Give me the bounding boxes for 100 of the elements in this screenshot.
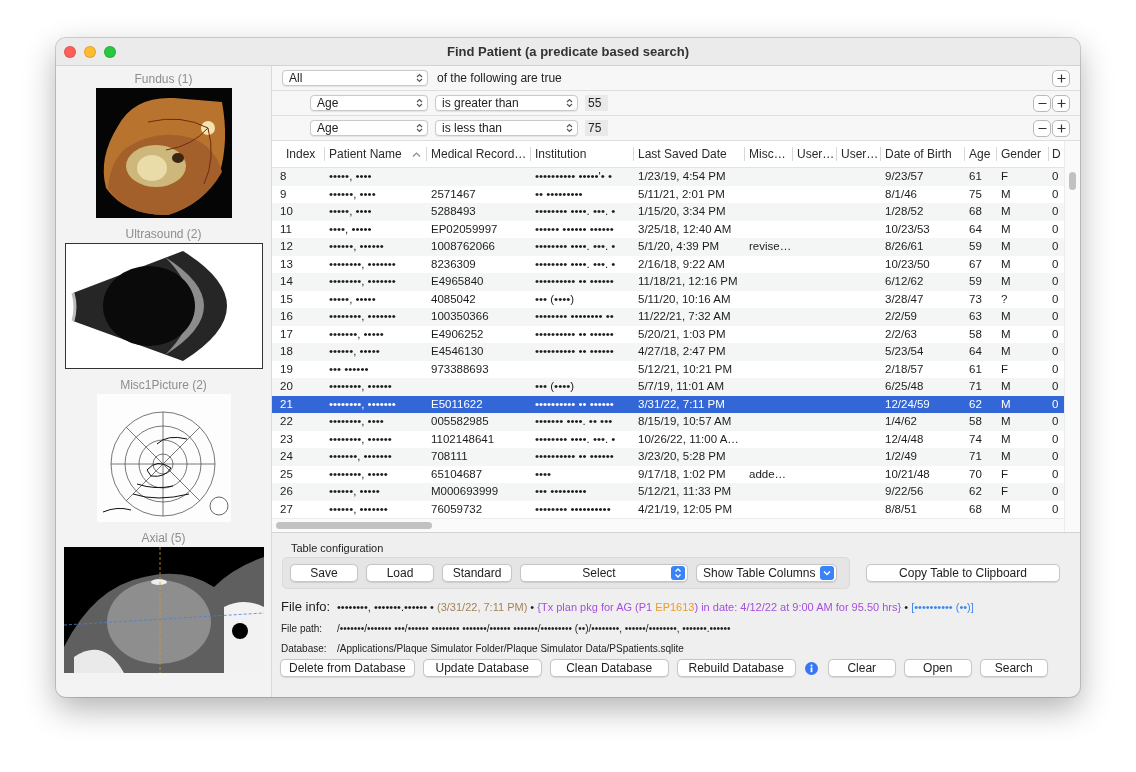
table-row[interactable]: 10 •••••, •••• 5288493 •••••••• ••••. •••. • 1/15/20, 3:34 PM 1/28/52 68 M 0 [272, 203, 1064, 221]
table-cell-text: •••••• •••••• •••••• [534, 221, 615, 237]
table-row[interactable]: 18 ••••••, ••••• E4546130 •••••••••• •• •••••• 4/27/18, 2:47 PM 5/23/54 64 M 0 [272, 343, 1064, 361]
table-cell-text: E4965840 [430, 274, 485, 289]
row-number: 9 [279, 186, 288, 202]
row-number: 15 [279, 291, 294, 307]
plus-icon [1056, 123, 1066, 133]
table-cell-text: M [1000, 221, 1012, 237]
table-cell-text: 61 [968, 361, 983, 377]
open-button[interactable]: Open [903, 659, 972, 677]
table-row[interactable]: 20 ••••••••, •••••• ••• (••••) 5/7/19, 11:01 AM 6/25/48 71 M 0 [272, 378, 1064, 396]
close-button[interactable] [64, 45, 76, 58]
table-cell-text: 67 [968, 256, 983, 272]
column-header[interactable]: D [1049, 141, 1064, 167]
table-cell-text: 2/18/57 [884, 361, 925, 377]
save-button[interactable]: Save [290, 564, 358, 582]
table-cell-text: •••••••• ••••. •••. • [534, 256, 617, 272]
table-cell-text: ••••••••, ••••••• [328, 274, 397, 289]
table-cell-text: 9/23/57 [884, 169, 925, 184]
table-row[interactable]: 16 ••••••••, ••••••• 100350366 •••••••• •••••••• •• 11/22/21, 7:32 AM 2/2/59 63 M 0 [272, 308, 1064, 326]
add-rule-button[interactable] [1052, 94, 1070, 112]
table-cell-text: •••••••• ••••. •••. • [534, 431, 617, 447]
table-cell-text: M [1000, 414, 1012, 429]
field-popup[interactable]: Age [310, 95, 428, 111]
table-cell-text: •••••, •••• [328, 204, 373, 219]
search-button[interactable]: Search [979, 659, 1048, 677]
add-rule-button[interactable] [1052, 119, 1070, 137]
rebuild-button[interactable]: Rebuild Database [676, 659, 796, 677]
table-row[interactable]: 12 ••••••, •••••• 1008762066 •••••••• ••••. •••. • 5/1/20, 4:39 PM revise… 8/26/61 59 M 0 [272, 238, 1064, 256]
updown-chevron-icon [416, 123, 423, 133]
table-cell-text: 5/1/20, 4:39 PM [637, 239, 721, 254]
table-cell-text: 64 [968, 221, 983, 237]
table-cell-text: 8/26/61 [884, 239, 925, 254]
row-number: 14 [279, 274, 294, 289]
table-cell-text: 0 [1051, 396, 1060, 412]
table-cell-text: 6/25/48 [884, 379, 925, 394]
quantifier-popup[interactable]: All [282, 70, 428, 86]
remove-rule-button[interactable] [1033, 94, 1051, 112]
table-row[interactable]: 26 ••••••, ••••• M000693999 ••• ••••••••• 5/12/21, 11:33 PM 9/22/56 62 F 0 [272, 483, 1064, 501]
zoom-button[interactable] [104, 45, 116, 58]
table-cell-text: 65104687 [430, 466, 484, 482]
table-cell-text: M [1000, 396, 1012, 412]
field-label: Database: [281, 642, 327, 656]
table-cell-text: 0 [1051, 326, 1060, 342]
field-popup[interactable]: Age [310, 120, 428, 136]
row-number: 12 [279, 239, 294, 254]
select-popup[interactable]: Select [520, 564, 688, 582]
table-row[interactable]: 24 •••••••, ••••••• 708111 •••••••••• •• •••••• 3/23/20, 5:28 PM 1/2/49 71 M 0 [272, 448, 1064, 466]
table-cell-text: 0 [1051, 501, 1060, 517]
scrollbar-thumb[interactable] [276, 522, 432, 529]
table-cell-text: •••••••••• •• •••••• [534, 449, 615, 464]
operator-popup[interactable]: is less than [435, 120, 578, 136]
table-cell-text: 0 [1051, 309, 1060, 324]
delete-button[interactable]: Delete from Database [280, 659, 415, 677]
table-cell-text: 5/12/21, 11:33 PM [637, 484, 733, 499]
operator-popup[interactable]: is greater than [435, 95, 578, 111]
table-cell-text: F [1000, 484, 1010, 499]
table-cell-text: 005582985 [430, 414, 490, 429]
table-cell-text: •••••••, ••••• [328, 326, 385, 342]
table-cell-text: 8236309 [430, 256, 477, 272]
table-columns-popup[interactable]: Show Table Columns [696, 564, 837, 582]
add-rule-button[interactable] [1052, 69, 1070, 87]
table-cell-text: 59 [968, 239, 983, 254]
clear-button[interactable]: Clear [827, 659, 896, 677]
value-field[interactable]: 55 [585, 95, 608, 111]
table-row[interactable]: 22 ••••••••, •••• 005582985 ••••••• ••••. •• ••• 8/15/19, 10:57 AM 1/4/62 58 M 0 [272, 413, 1064, 431]
row-number: 17 [279, 326, 294, 342]
table-cell-text: 0 [1051, 239, 1060, 254]
value-field[interactable]: 75 [585, 120, 608, 136]
table-cell-text: M [1000, 274, 1012, 289]
table-cell-text: 3/31/22, 7:11 PM [637, 396, 726, 412]
table-cell-text: 11/18/21, 12:16 PM [637, 274, 739, 289]
row-number: 8 [279, 169, 288, 184]
row-number: 26 [279, 484, 294, 499]
clean-button[interactable]: Clean Database [549, 659, 669, 677]
table-cell-text: 1/28/52 [884, 204, 925, 219]
copy-button[interactable]: Copy Table to Clipboard [866, 564, 1060, 582]
info-icon[interactable] [804, 661, 818, 675]
scrollbar-thumb[interactable] [1069, 172, 1076, 190]
table-cell-text: •••••••••• •••••'• • [534, 169, 614, 184]
table-cell-text: 64 [968, 344, 983, 359]
table-cell-text: •••••••••• •• •••••• [534, 274, 615, 289]
load-button[interactable]: Load [366, 564, 434, 582]
table-cell-text: 2571467 [430, 186, 477, 202]
table-cell-text: 4/27/18, 2:47 PM [637, 344, 727, 359]
update-button[interactable]: Update Database [422, 659, 542, 677]
file-path-text: /•••••••/••••••• •••/•••••• •••••••• •••••••/•••••• •••••••/••••••••• (••)/••••••••, ••••••/••••••••, •••••••.•••••• [337, 622, 731, 636]
table-row[interactable]: 8 •••••, •••• •••••••••• •••••'• • 1/23/19, 4:54 PM 9/23/57 61 F 0 [272, 168, 1064, 186]
standard-button[interactable]: Standard [442, 564, 512, 582]
table-cell-text: 0 [1051, 466, 1060, 482]
table-cell-text: M [1000, 309, 1012, 324]
row-number: 22 [279, 414, 294, 429]
table-cell-text: 6/12/62 [884, 274, 925, 289]
table-cell-text: ? [1000, 291, 1009, 307]
table-row[interactable]: 14 ••••••••, ••••••• E4965840 •••••••••• •• •••••• 11/18/21, 12:16 PM 6/12/62 59 M 0 [272, 273, 1064, 291]
table-cell-text: ••••••, ••••• [328, 484, 381, 499]
row-number: 19 [279, 361, 294, 377]
remove-rule-button[interactable] [1033, 119, 1051, 137]
table-cell-text: revise… [748, 239, 793, 254]
table-cell-text: 0 [1051, 169, 1060, 184]
